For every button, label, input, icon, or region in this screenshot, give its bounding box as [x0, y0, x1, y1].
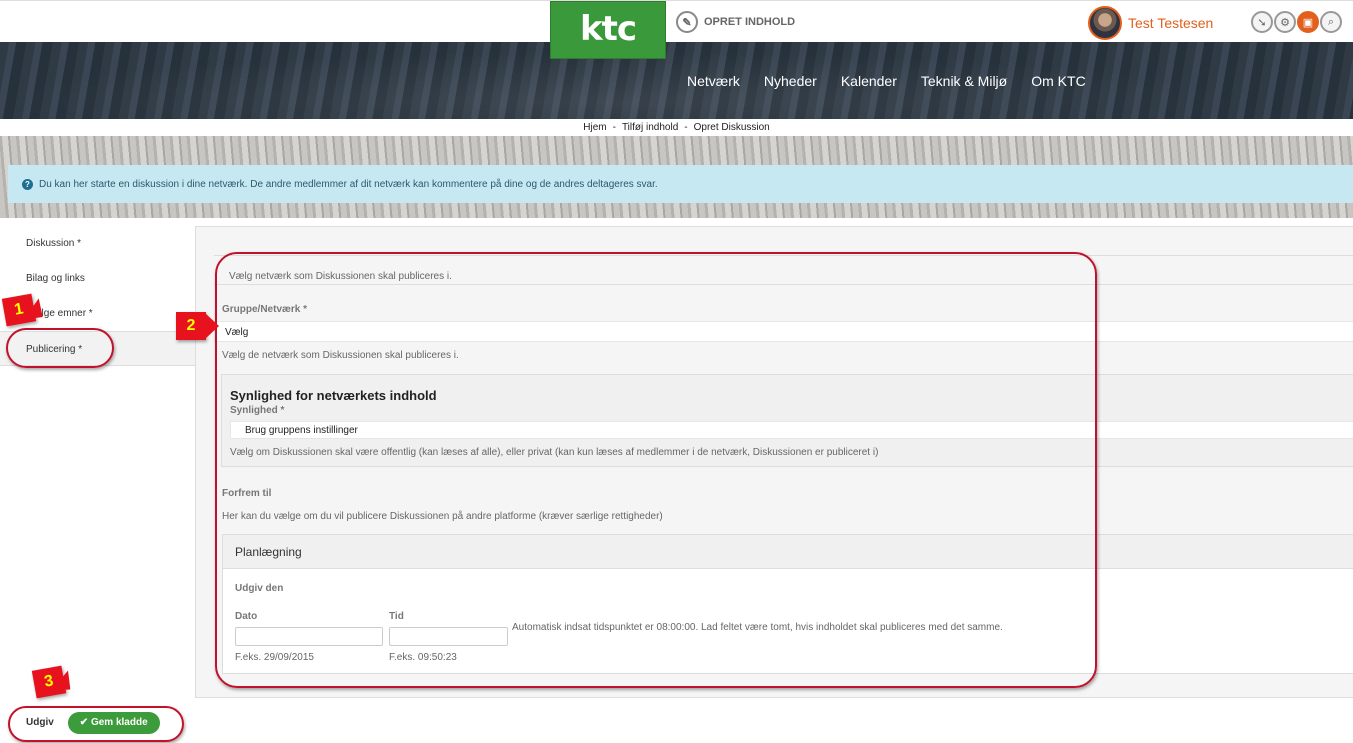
- top-bar: ✎ OPRET INDHOLD Test Testesen ➘ ⚙ ▣ ⌕: [0, 0, 1353, 42]
- visibility-label: Synlighed *: [230, 405, 285, 416]
- save-draft-label: Gem kladde: [90, 717, 148, 728]
- user-menu[interactable]: Test Testesen: [1088, 6, 1213, 40]
- user-name: Test Testesen: [1128, 15, 1214, 31]
- nav-item-om-ktc[interactable]: Om KTC: [1019, 73, 1097, 89]
- info-text: Du kan her starte en diskussion i dine n…: [39, 178, 658, 190]
- gear-icon[interactable]: ⚙: [1274, 11, 1296, 33]
- tool-icons: ➘ ⚙ ▣ ⌕: [1251, 11, 1342, 33]
- action-bar: Udgiv ✔ Gem kladde: [0, 712, 160, 734]
- search-icon[interactable]: ⌕: [1320, 11, 1342, 33]
- visibility-hint: Vælg om Diskussionen skal være offentlig…: [230, 447, 879, 458]
- visibility-select[interactable]: Brug gruppens instillinger: [230, 421, 1353, 439]
- visibility-heading: Synlighed for netværkets indhold: [230, 388, 437, 403]
- date-label: Dato: [235, 611, 258, 622]
- auto-time-hint: Automatisk indsat tidspunktet er 08:00:0…: [512, 622, 1003, 633]
- main-nav: Netværk Nyheder Kalender Teknik & Miljø …: [675, 73, 1098, 89]
- breadcrumb-home[interactable]: Hjem: [583, 122, 606, 133]
- edit-icon: ✎: [676, 11, 698, 33]
- pin-icon[interactable]: ➘: [1251, 11, 1273, 33]
- save-draft-button[interactable]: ✔ Gem kladde: [67, 712, 160, 734]
- info-message: ? Du kan her starte en diskussion i dine…: [8, 165, 1353, 203]
- time-input[interactable]: [389, 627, 508, 646]
- visibility-box: Synlighed for netværkets indhold Synligh…: [221, 374, 1353, 467]
- date-input[interactable]: [235, 627, 383, 646]
- sidebar-item-bilag[interactable]: Bilag og links: [0, 261, 195, 296]
- create-content-link[interactable]: ✎ OPRET INDHOLD: [676, 11, 795, 33]
- publishing-form: Vælg netværk som Diskussionen skal publi…: [195, 226, 1353, 698]
- breadcrumb-current: Opret Diskussion: [693, 122, 770, 133]
- planning-heading: Planlægning: [235, 545, 302, 559]
- annotation-arrow-2: [205, 313, 219, 339]
- question-icon: ?: [22, 178, 33, 190]
- ktc-logo[interactable]: ktc: [550, 1, 666, 59]
- date-example: F.eks. 29/09/2015: [235, 652, 314, 663]
- sidebar-item-diskussion[interactable]: Diskussion *: [0, 226, 195, 261]
- group-select[interactable]: Vælg: [214, 321, 1353, 342]
- create-content-label: OPRET INDHOLD: [704, 16, 796, 28]
- time-label: Tid: [389, 611, 404, 622]
- breadcrumb-add-content[interactable]: Tilføj indhold: [622, 122, 678, 133]
- annotation-badge-2: 2: [176, 312, 206, 340]
- intro-box: Vælg netværk som Diskussionen skal publi…: [214, 255, 1353, 285]
- intro-hint: Vælg netværk som Diskussionen skal publi…: [229, 271, 452, 282]
- group-label: Gruppe/Netværk *: [222, 304, 308, 315]
- time-example: F.eks. 09:50:23: [389, 652, 457, 663]
- planning-box: Planlægning Udgiv den Dato Tid Automatis…: [222, 534, 1353, 674]
- nav-item-nyheder[interactable]: Nyheder: [752, 73, 829, 89]
- nav-item-netvaerk[interactable]: Netværk: [675, 73, 752, 89]
- avatar: [1088, 6, 1122, 40]
- promote-hint: Her kan du vælge om du vil publicere Dis…: [222, 511, 663, 522]
- publish-date-label: Udgiv den: [235, 583, 284, 594]
- breadcrumb: Hjem - Tilføj indhold - Opret Diskussion: [0, 119, 1353, 136]
- lock-icon[interactable]: ▣: [1297, 11, 1319, 33]
- sidebar-item-publicering[interactable]: Publicering *: [0, 331, 195, 366]
- check-icon: ✔: [79, 717, 91, 728]
- nav-item-kalender[interactable]: Kalender: [829, 73, 909, 89]
- promote-label: Forfrem til: [222, 488, 272, 499]
- planning-header: Planlægning: [223, 535, 1353, 569]
- publish-button[interactable]: Udgiv: [18, 712, 62, 734]
- nav-item-teknik-miljo[interactable]: Teknik & Miljø: [909, 73, 1019, 89]
- group-hint: Vælg de netværk som Diskussionen skal pu…: [222, 350, 459, 361]
